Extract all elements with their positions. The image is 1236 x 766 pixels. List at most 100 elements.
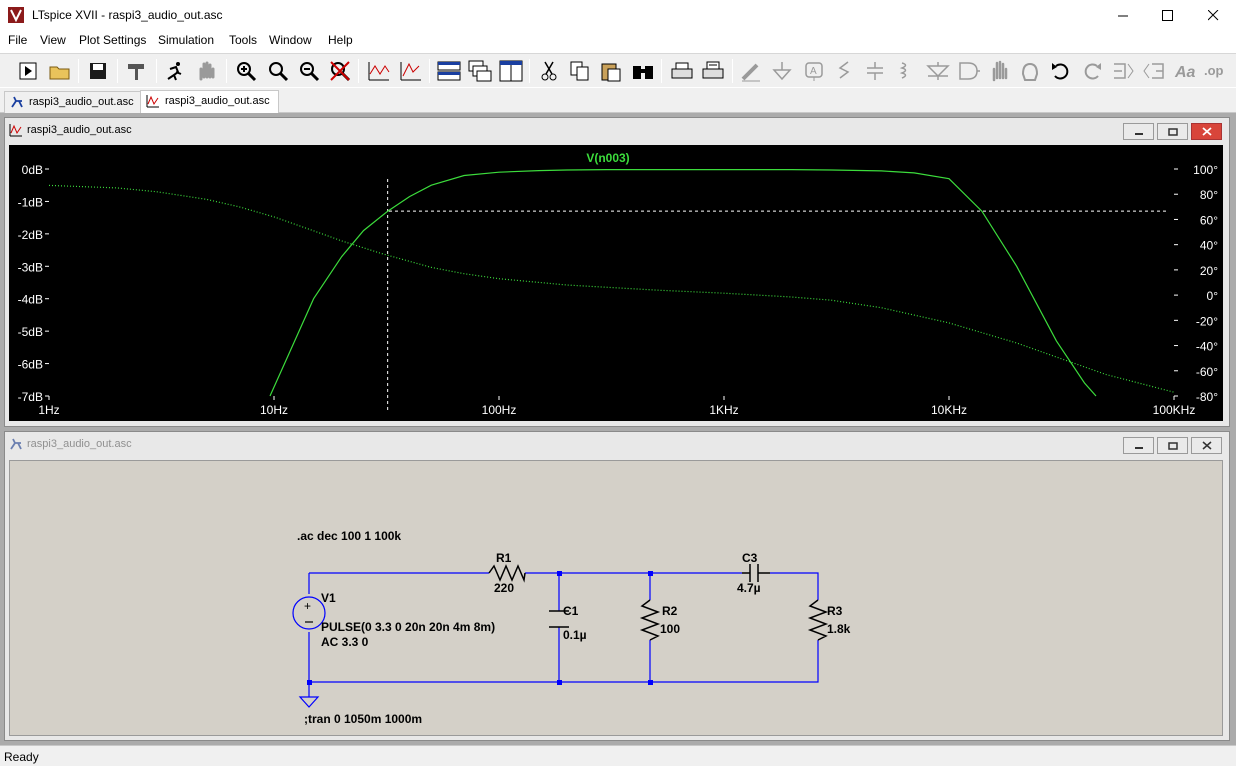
ac-directive[interactable]: .ac dec 100 1 100k xyxy=(297,529,401,543)
paste-button[interactable] xyxy=(598,58,624,84)
mirror-icon xyxy=(1143,63,1164,79)
tab-waveform-label: raspi3_audio_out.asc xyxy=(165,95,270,107)
y-right-tick-label: 80° xyxy=(1200,188,1218,202)
v1-ac-value[interactable]: AC 3.3 0 xyxy=(321,635,369,649)
tab-schematic[interactable]: raspi3_audio_out.asc xyxy=(4,91,143,113)
run-button[interactable] xyxy=(162,58,188,84)
text-button[interactable]: Aa xyxy=(1172,58,1198,84)
resistor-r1[interactable] xyxy=(488,564,526,583)
c1-name[interactable]: C1 xyxy=(563,604,579,618)
zoom-full-button[interactable] xyxy=(327,58,353,84)
plus-sign: + xyxy=(304,599,311,613)
c3-name[interactable]: C3 xyxy=(742,551,758,565)
menu-tools[interactable]: Tools xyxy=(229,33,257,47)
plot-minimize-button[interactable] xyxy=(1123,123,1154,140)
svg-text:A: A xyxy=(810,66,817,77)
print-preview-button[interactable] xyxy=(700,58,726,84)
r3-value[interactable]: 1.8k xyxy=(827,622,851,636)
save-button[interactable] xyxy=(85,58,111,84)
tran-directive[interactable]: ;tran 0 1050m 1000m xyxy=(304,712,422,726)
schematic-restore-button[interactable] xyxy=(1157,437,1188,454)
v1-name[interactable]: V1 xyxy=(321,591,336,605)
r2-name[interactable]: R2 xyxy=(662,604,678,618)
schematic-window-titlebar[interactable]: raspi3_audio_out.asc xyxy=(5,432,1229,458)
copy-button[interactable] xyxy=(567,58,593,84)
tile-vertical-icon xyxy=(499,60,523,82)
inductor-icon xyxy=(899,62,907,79)
restore-icon xyxy=(1167,127,1178,136)
plot-close-button[interactable] xyxy=(1191,123,1222,140)
x-tick-label: 10KHz xyxy=(931,403,967,417)
zoom-out-button[interactable] xyxy=(296,58,322,84)
component-button[interactable] xyxy=(956,58,982,84)
waveform-icon xyxy=(146,95,159,108)
halt-button[interactable] xyxy=(194,58,220,84)
drag-button[interactable] xyxy=(1017,58,1043,84)
trace-label-vn003[interactable]: V(n003) xyxy=(586,151,629,165)
resistor-r3[interactable] xyxy=(807,599,829,641)
ground-button[interactable] xyxy=(769,58,795,84)
schematic-canvas[interactable]: + .ac dec 100 1 100k R1 220 C3 4.7µ V1 P… xyxy=(9,460,1223,736)
resistor-button[interactable] xyxy=(832,58,858,84)
grab-hand-icon xyxy=(1021,62,1039,81)
autorange-button[interactable] xyxy=(366,58,392,84)
paste-icon xyxy=(601,63,621,82)
tab-schematic-label: raspi3_audio_out.asc xyxy=(29,96,134,108)
zoom-in-button[interactable] xyxy=(233,58,259,84)
move-button[interactable] xyxy=(987,58,1013,84)
undo-button[interactable] xyxy=(1048,58,1074,84)
find-button[interactable] xyxy=(630,58,656,84)
open-button[interactable] xyxy=(47,58,73,84)
pick-trace-button[interactable] xyxy=(398,58,424,84)
y-left-tick-label: -1dB xyxy=(18,195,43,209)
print-button[interactable] xyxy=(669,58,695,84)
plot-restore-button[interactable] xyxy=(1157,123,1188,140)
control-panel-button[interactable] xyxy=(124,58,150,84)
schematic-minimize-button[interactable] xyxy=(1123,437,1154,454)
ground-symbol[interactable] xyxy=(298,696,320,708)
diode-button[interactable] xyxy=(925,58,951,84)
schematic-close-button[interactable] xyxy=(1191,437,1222,454)
tile-horizontal-button[interactable] xyxy=(436,58,462,84)
spice-directive-button[interactable]: .op xyxy=(1203,58,1229,84)
cascade-button[interactable] xyxy=(467,58,493,84)
inductor-button[interactable] xyxy=(892,58,918,84)
capacitor-button[interactable] xyxy=(862,58,888,84)
tile-vertical-button[interactable] xyxy=(498,58,524,84)
open-hand-icon xyxy=(992,60,1008,82)
close-icon xyxy=(1202,441,1211,450)
r1-name[interactable]: R1 xyxy=(496,551,512,565)
c3-value[interactable]: 4.7µ xyxy=(737,581,761,595)
r1-value[interactable]: 220 xyxy=(494,581,514,595)
mirror-button[interactable] xyxy=(1141,58,1167,84)
wire[interactable] xyxy=(770,572,819,600)
v1-pulse-value[interactable]: PULSE(0 3.3 0 20n 20n 4m 8m) xyxy=(321,620,495,634)
pan-button[interactable] xyxy=(265,58,291,84)
menu-plot-settings[interactable]: Plot Settings xyxy=(79,33,146,47)
plot-window-titlebar[interactable]: raspi3_audio_out.asc xyxy=(5,118,1229,144)
redo-button[interactable] xyxy=(1079,58,1105,84)
menu-view[interactable]: View xyxy=(40,33,66,47)
r3-name[interactable]: R3 xyxy=(827,604,843,618)
new-schematic-button[interactable] xyxy=(15,58,41,84)
minimize-button[interactable] xyxy=(1100,0,1146,31)
rotate-button[interactable] xyxy=(1110,58,1136,84)
resistor-r2[interactable] xyxy=(639,599,661,641)
menu-help[interactable]: Help xyxy=(328,33,353,47)
waveform-plot[interactable]: V(n003) 0dB-1dB-2dB-3dB-4dB-5dB-6dB-7dB1… xyxy=(9,145,1223,421)
close-button[interactable] xyxy=(1190,0,1236,31)
menu-file[interactable]: File xyxy=(8,33,27,47)
draw-wire-button[interactable] xyxy=(738,58,764,84)
menu-window[interactable]: Window xyxy=(269,33,312,47)
r2-value[interactable]: 100 xyxy=(660,622,680,636)
tab-waveform[interactable]: raspi3_audio_out.asc xyxy=(140,90,279,113)
maximize-button[interactable] xyxy=(1144,0,1190,31)
capacitor-c3[interactable] xyxy=(742,564,770,582)
menu-simulation[interactable]: Simulation xyxy=(158,33,214,47)
redo-icon xyxy=(1084,63,1101,80)
label-net-button[interactable]: A xyxy=(801,58,827,84)
cut-button[interactable] xyxy=(536,58,562,84)
c1-value[interactable]: 0.1µ xyxy=(563,628,587,642)
schematic-window-title: raspi3_audio_out.asc xyxy=(27,438,132,450)
label-net-icon: A xyxy=(805,62,823,81)
